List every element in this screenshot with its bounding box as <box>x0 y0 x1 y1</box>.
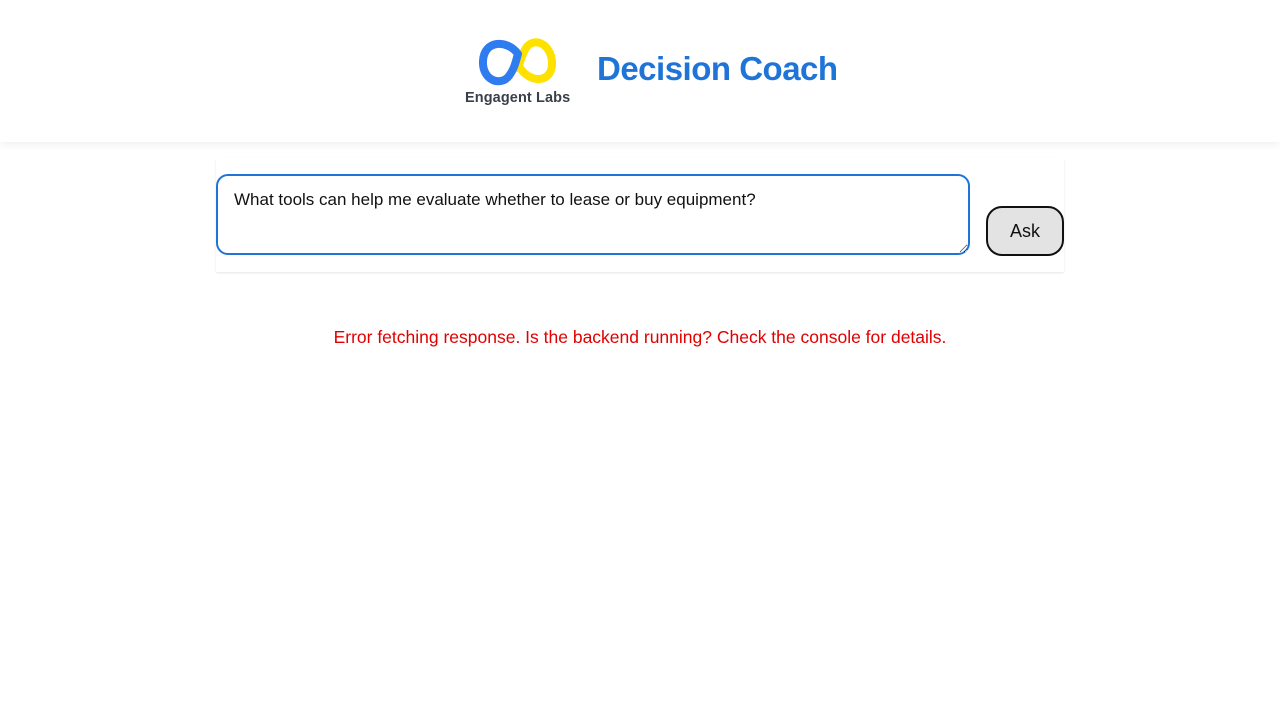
app-title: Decision Coach <box>597 50 838 87</box>
engagent-labs-logo: Engagent Labs <box>462 32 578 112</box>
question-form: What tools can help me evaluate whether … <box>216 158 1064 272</box>
logo-wordmark: Engagent Labs <box>465 90 571 106</box>
ask-button[interactable]: Ask <box>986 206 1064 256</box>
app-header: Engagent Labs Decision Coach <box>0 0 1280 142</box>
linked-rings-logo-icon <box>479 38 556 86</box>
question-input[interactable]: What tools can help me evaluate whether … <box>216 174 970 255</box>
error-message: Error fetching response. Is the backend … <box>333 326 947 347</box>
